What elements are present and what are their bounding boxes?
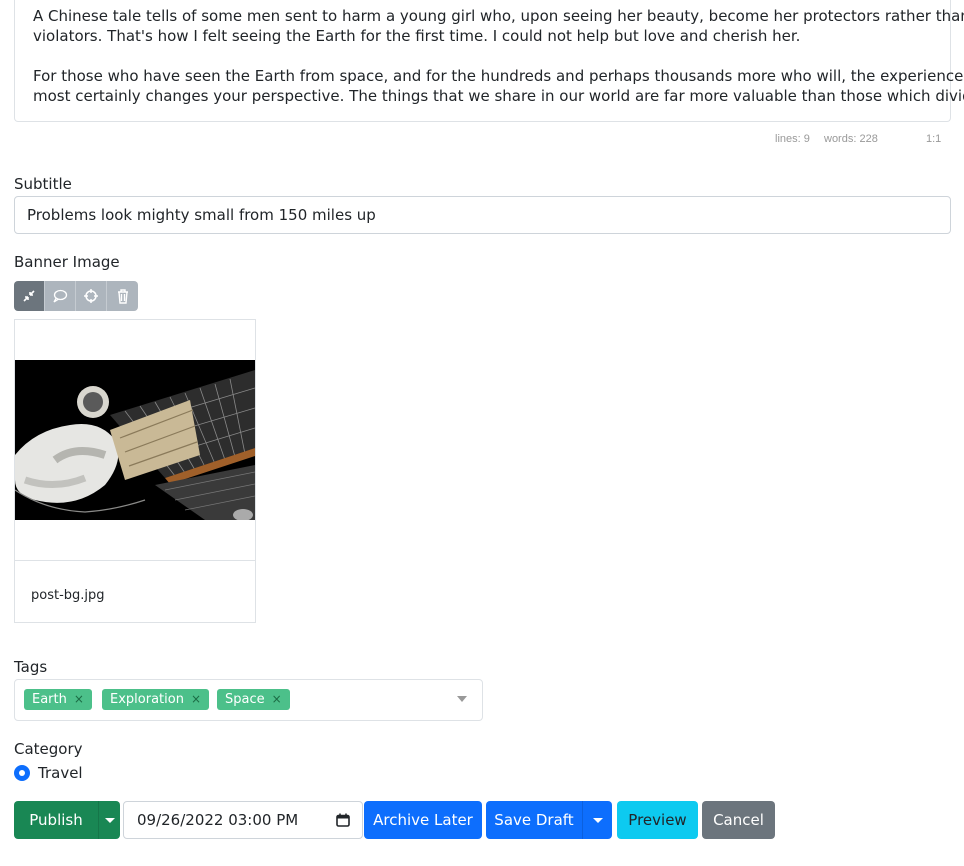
archive-later-button[interactable]: Archive Later [364,801,482,839]
tag-chip: Space × [217,689,290,710]
banner-image-filename: post-bg.jpg [31,588,105,603]
tag-chip: Exploration × [102,689,209,710]
archive-datetime-value: 09/26/2022 03:00 PM [137,811,299,829]
tag-label: Earth [32,692,67,707]
tag-label: Space [225,692,265,707]
subtitle-label: Subtitle [14,175,72,193]
chevron-down-icon[interactable] [457,696,467,702]
caret-down-icon [105,818,115,823]
banner-image-preview[interactable] [15,360,255,520]
editor-words-count: words: 228 [824,133,878,145]
image-toolbar [14,281,138,311]
remove-tag-icon[interactable]: × [74,692,84,706]
archive-datetime-input[interactable]: 09/26/2022 03:00 PM [123,801,363,839]
comment-icon[interactable] [45,281,76,311]
category-option-label: Travel [38,764,83,782]
remove-tag-icon[interactable]: × [191,692,201,706]
crosshair-icon[interactable] [76,281,107,311]
category-label: Category [14,740,83,758]
markdown-editor[interactable]: A Chinese tale tells of some men sent to… [14,0,964,122]
save-draft-button[interactable]: Save Draft [486,801,582,839]
collapse-icon[interactable] [14,281,45,311]
editor-lines-count: lines: 9 [775,133,810,145]
tag-chip: Earth × [24,689,92,710]
tags-label: Tags [14,658,48,676]
preview-button[interactable]: Preview [617,801,698,839]
remove-tag-icon[interactable]: × [272,692,282,706]
publish-dropdown-toggle[interactable] [98,801,120,839]
editor-line: most certainly changes your perspective.… [33,87,964,105]
trash-icon[interactable] [107,281,138,311]
banner-image-label: Banner Image [14,253,120,271]
editor-cursor-position: 1:1 [926,133,942,145]
publish-button[interactable]: Publish [14,801,98,839]
editor-line: violators. That's how I felt seeing the … [33,27,801,45]
category-radio-travel[interactable] [14,765,30,781]
tags-select[interactable]: Earth × Exploration × Space × [14,679,483,721]
tag-label: Exploration [110,692,184,707]
editor-line: A Chinese tale tells of some men sent to… [33,7,964,25]
save-draft-dropdown-toggle[interactable] [582,801,612,839]
caret-down-icon [593,818,603,823]
card-divider [15,560,255,561]
editor-line: For those who have seen the Earth from s… [33,67,964,85]
subtitle-input[interactable]: Problems look mighty small from 150 mile… [14,196,951,234]
calendar-icon[interactable] [336,813,350,827]
banner-image-card: post-bg.jpg [14,319,256,623]
cancel-button[interactable]: Cancel [702,801,775,839]
